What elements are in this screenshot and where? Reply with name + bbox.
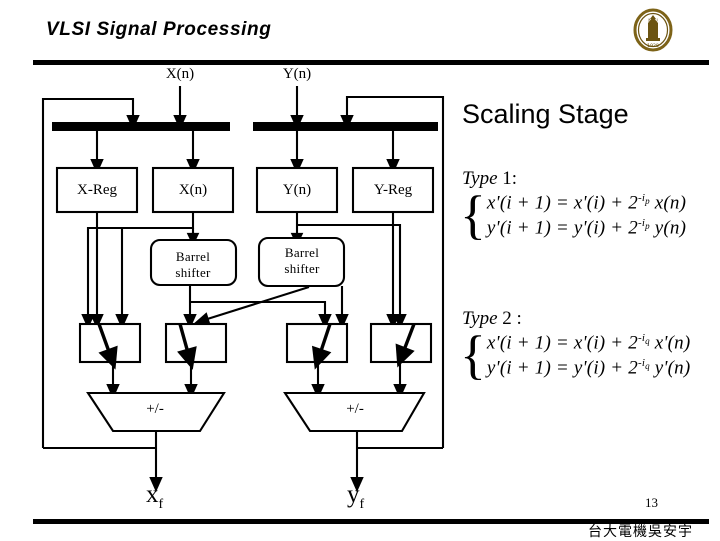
barrel-shifter-label-2-line2: shifter xyxy=(284,261,320,277)
scaling-stage-datapath-diagram xyxy=(41,86,445,493)
type1-equation-y-main: y'(i + 1) = y'(i) + 2 xyxy=(486,217,638,239)
type1-label: Type 1: xyxy=(462,168,686,190)
bus-bar-x xyxy=(52,122,230,131)
mux-box-3 xyxy=(285,322,349,364)
type2-equation-y-exp-sub: q xyxy=(645,361,650,372)
mux-box-2 xyxy=(164,322,228,364)
type2-equation-x-exp: -i xyxy=(637,332,646,344)
barrel-shifter-label-1-line1: Barrel xyxy=(175,249,211,264)
register-label-xreg: X-Reg xyxy=(77,182,117,198)
type2-equation-y-tail: y'(n) xyxy=(654,357,691,379)
wire-bs2-cross-to-mux2 xyxy=(194,285,310,326)
output-label-yf-sub: f xyxy=(359,497,365,512)
register-label-yn: Y(n) xyxy=(282,182,312,198)
barrel-shifter-label-1-line2: shifter xyxy=(175,265,211,281)
type1-equation-x-tail: x(n) xyxy=(654,192,687,214)
type2-equation-x-main: x'(i + 1) = x'(i) + 2 xyxy=(486,332,638,354)
alu-label-1: +/- xyxy=(146,401,164,417)
type1-equation-x: x'(i + 1) = x'(i) + 2-ip x(n) xyxy=(487,192,686,214)
type2-equation-x: x'(i + 1) = x'(i) + 2-iq x'(n) xyxy=(487,332,690,354)
type1-brace: { xyxy=(460,185,486,246)
page-number: 13 xyxy=(645,495,658,510)
output-label-xf: xf xyxy=(146,481,163,513)
type2-equation-block: Type 2 : { x'(i + 1) = x'(i) + 2-iq x'(n… xyxy=(460,308,690,386)
type2-equation-y-exp: -i xyxy=(637,357,646,370)
type2-equation-x-tail: x'(n) xyxy=(654,332,691,354)
output-label-yf: yf xyxy=(347,481,364,513)
type2-number: 2 : xyxy=(502,308,522,329)
type2-equation-y-main: y'(i + 1) = y'(i) + 2 xyxy=(486,357,638,379)
register-label-yreg: Y-Reg xyxy=(373,182,413,198)
output-label-yf-base: y xyxy=(347,481,360,508)
type2-equation-x-exp-sub: q xyxy=(645,336,650,347)
input-label-x: X(n) xyxy=(165,66,195,82)
bus-bar-y xyxy=(253,122,438,131)
type1-equation-y: y'(i + 1) = y'(i) + 2-ip y(n) xyxy=(487,217,686,239)
barrel-shifter-label-2-line1: Barrel xyxy=(284,245,320,260)
type1-equation-y-tail: y(n) xyxy=(654,217,687,239)
register-label-xn: X(n) xyxy=(178,182,208,198)
barrel-shifter-label-1: Barrel shifter xyxy=(160,249,226,282)
barrel-shifter-label-2: Barrel shifter xyxy=(269,245,335,278)
input-label-y: Y(n) xyxy=(282,66,312,82)
output-label-xf-base: x xyxy=(146,481,159,508)
scaling-stage-title: Scaling Stage xyxy=(462,99,629,129)
slide-canvas: VLSI Signal Processing NTU 1928 X(n) Y(n… xyxy=(0,0,720,540)
output-label-xf-sub: f xyxy=(158,497,164,512)
type2-equation-y: y'(i + 1) = y'(i) + 2-iq y'(n) xyxy=(487,357,690,379)
type1-equation-block: Type 1: { x'(i + 1) = x'(i) + 2-ip x(n) … xyxy=(460,168,686,246)
alu-label-2: +/- xyxy=(346,401,364,417)
footer-credit: 台大電機吳安宇 xyxy=(588,524,693,540)
type1-equation-x-exp-sub: p xyxy=(645,196,650,207)
type1-equation-x-exp: -i xyxy=(637,192,646,204)
type1-equation-y-exp: -i xyxy=(637,217,646,230)
type1-number: 1: xyxy=(502,168,518,189)
type1-equation-y-exp-sub: p xyxy=(645,221,650,232)
type2-label: Type 2 : xyxy=(462,308,690,330)
type2-brace: { xyxy=(460,325,486,386)
type1-equation-x-main: x'(i + 1) = x'(i) + 2 xyxy=(486,192,638,214)
